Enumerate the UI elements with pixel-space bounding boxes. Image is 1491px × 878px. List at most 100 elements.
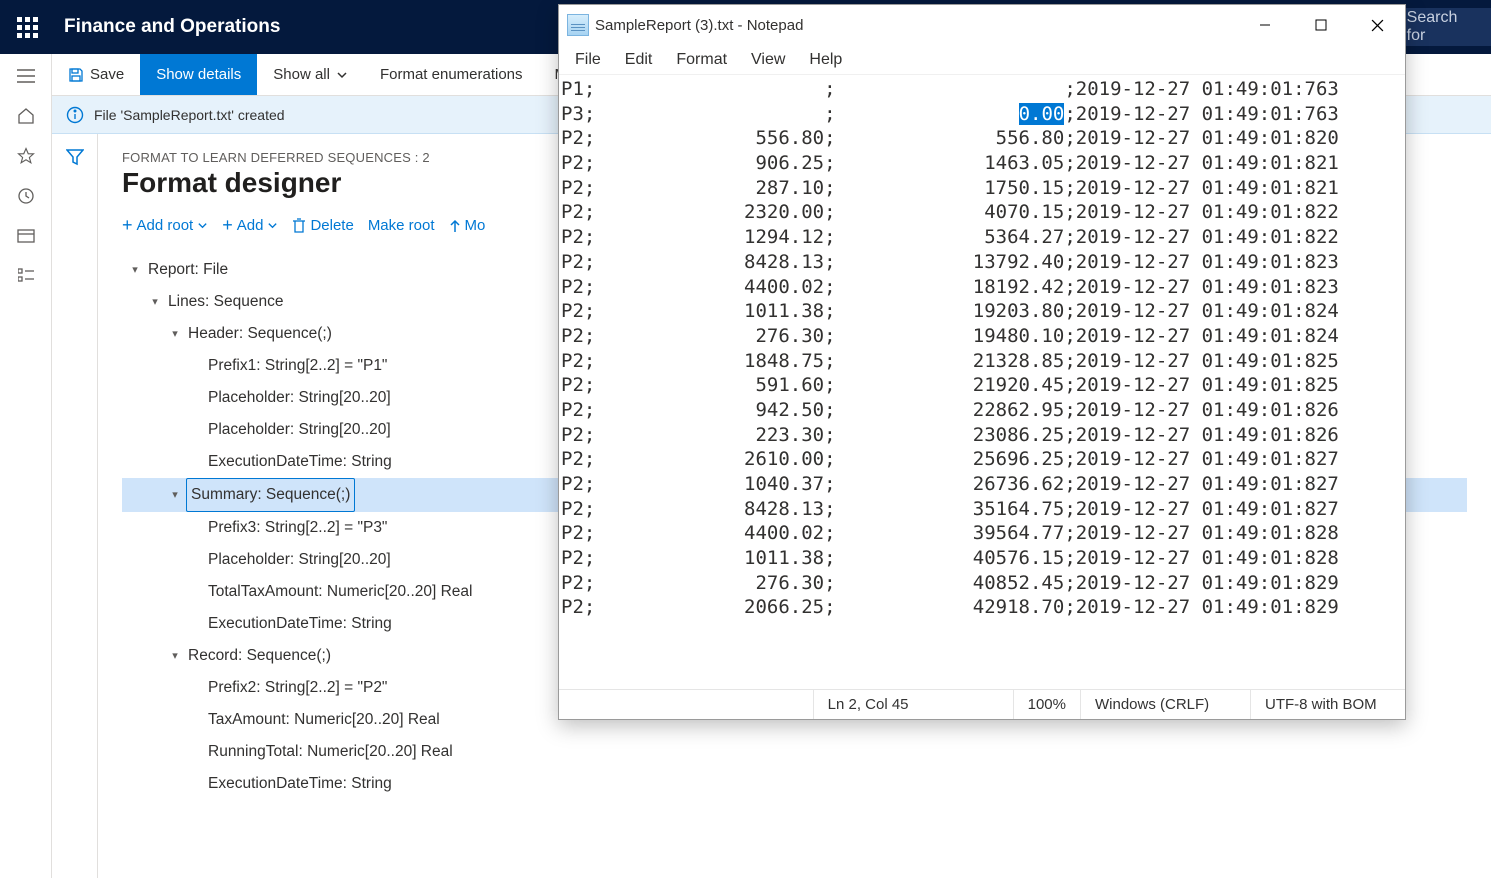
menu-edit[interactable]: Edit: [615, 49, 663, 71]
menu-format[interactable]: Format: [666, 49, 737, 71]
add-root-label: Add root: [137, 217, 194, 234]
info-icon: [66, 106, 84, 124]
show-all-button[interactable]: Show all: [257, 54, 364, 95]
text-line: P2; 276.30; 19480.10;2019-12-27 01:49:01…: [561, 324, 1403, 349]
tree-node-label: RunningTotal: Numeric[20..20] Real: [206, 736, 455, 768]
plus-icon: +: [122, 215, 133, 236]
menu-file[interactable]: File: [565, 49, 611, 71]
make-root-label: Make root: [368, 217, 435, 234]
text-line: P2; 591.60; 21920.45;2019-12-27 01:49:01…: [561, 373, 1403, 398]
chevron-down-icon: [197, 220, 208, 231]
tree-node-label: ExecutionDateTime: String: [206, 608, 394, 640]
save-button[interactable]: Save: [52, 54, 140, 95]
home-icon[interactable]: [16, 106, 36, 126]
tree-node-label: Report: File: [146, 254, 230, 286]
status-encoding: UTF-8 with BOM: [1250, 690, 1405, 719]
tree-node-label: Placeholder: String[20..20]: [206, 544, 393, 576]
add-root-button[interactable]: +Add root: [122, 215, 208, 236]
text-line: P2; 942.50; 22862.95;2019-12-27 01:49:01…: [561, 398, 1403, 423]
tree-node-label: TaxAmount: Numeric[20..20] Real: [206, 704, 442, 736]
left-nav-rail: [0, 54, 52, 878]
text-line: P2; 223.30; 23086.25;2019-12-27 01:49:01…: [561, 423, 1403, 448]
modules-icon[interactable]: [16, 266, 36, 286]
tree-node-label: Summary: Sequence(;): [186, 478, 355, 512]
format-enumerations-button[interactable]: Format enumerations: [364, 54, 539, 95]
notepad-text-area[interactable]: P1; ; ;2019-12-27 01:49:01:763P3; ; 0.00…: [559, 75, 1405, 689]
maximize-button[interactable]: [1293, 5, 1349, 45]
text-line: P2; 4400.02; 39564.77;2019-12-27 01:49:0…: [561, 521, 1403, 546]
show-details-button[interactable]: Show details: [140, 54, 257, 95]
tree-node-label: Placeholder: String[20..20]: [206, 414, 393, 446]
minimize-button[interactable]: [1237, 5, 1293, 45]
tree-node-label: ExecutionDateTime: String: [206, 446, 394, 478]
status-position: Ln 2, Col 45: [813, 690, 1013, 719]
notepad-titlebar[interactable]: SampleReport (3).txt - Notepad: [559, 5, 1405, 45]
text-line: P2; 276.30; 40852.45;2019-12-27 01:49:01…: [561, 571, 1403, 596]
make-root-button[interactable]: Make root: [368, 217, 435, 234]
chevron-down-icon: [336, 69, 348, 81]
delete-label: Delete: [310, 217, 353, 234]
text-line: P2; 1040.37; 26736.62;2019-12-27 01:49:0…: [561, 472, 1403, 497]
notepad-menu: File Edit Format View Help: [559, 45, 1405, 75]
text-line: P2; 2320.00; 4070.15;2019-12-27 01:49:01…: [561, 200, 1403, 225]
notepad-title-text: SampleReport (3).txt - Notepad: [595, 17, 803, 34]
add-button[interactable]: +Add: [222, 215, 278, 236]
caret-down-icon[interactable]: ▾: [168, 479, 182, 511]
hamburger-icon[interactable]: [16, 66, 36, 86]
text-line: P1; ; ;2019-12-27 01:49:01:763: [561, 77, 1403, 102]
text-line: P2; 1011.38; 19203.80;2019-12-27 01:49:0…: [561, 299, 1403, 324]
tree-node-label: TotalTaxAmount: Numeric[20..20] Real: [206, 576, 474, 608]
caret-down-icon[interactable]: ▾: [168, 640, 182, 672]
format-enum-label: Format enumerations: [380, 66, 523, 83]
text-line: P3; ; 0.00;2019-12-27 01:49:01:763: [561, 102, 1403, 127]
tree-node[interactable]: ExecutionDateTime: String: [122, 768, 1467, 800]
plus-icon: +: [222, 215, 233, 236]
save-label: Save: [90, 66, 124, 83]
recent-icon[interactable]: [16, 186, 36, 206]
notepad-icon: [567, 14, 589, 36]
trash-icon: [292, 218, 306, 234]
text-line: P2; 4400.02; 18192.42;2019-12-27 01:49:0…: [561, 275, 1403, 300]
show-all-label: Show all: [273, 66, 330, 83]
text-line: P2; 2066.25; 42918.70;2019-12-27 01:49:0…: [561, 595, 1403, 620]
save-icon: [68, 67, 84, 83]
show-details-label: Show details: [156, 66, 241, 83]
text-line: P2; 1011.38; 40576.15;2019-12-27 01:49:0…: [561, 546, 1403, 571]
tree-node-label: Prefix3: String[2..2] = "P3": [206, 512, 389, 544]
move-button[interactable]: Mo: [449, 217, 486, 234]
move-label: Mo: [465, 217, 486, 234]
close-button[interactable]: [1349, 5, 1405, 45]
tree-node[interactable]: RunningTotal: Numeric[20..20] Real: [122, 736, 1467, 768]
tree-node-label: Prefix2: String[2..2] = "P2": [206, 672, 389, 704]
tree-node-label: Placeholder: String[20..20]: [206, 382, 393, 414]
text-line: P2; 287.10; 1750.15;2019-12-27 01:49:01:…: [561, 176, 1403, 201]
filter-strip: [52, 134, 98, 878]
caret-down-icon[interactable]: ▾: [148, 286, 162, 318]
app-launcher-button[interactable]: [0, 0, 54, 54]
notepad-statusbar: Ln 2, Col 45 100% Windows (CRLF) UTF-8 w…: [559, 689, 1405, 719]
menu-view[interactable]: View: [741, 49, 795, 71]
text-line: P2; 1294.12; 5364.27;2019-12-27 01:49:01…: [561, 225, 1403, 250]
tree-node-label: Prefix1: String[2..2] = "P1": [206, 350, 389, 382]
workspace-icon[interactable]: [16, 226, 36, 246]
notepad-window: SampleReport (3).txt - Notepad File Edit…: [558, 4, 1406, 720]
filter-icon[interactable]: [66, 148, 84, 166]
text-line: P2; 906.25; 1463.05;2019-12-27 01:49:01:…: [561, 151, 1403, 176]
chevron-down-icon: [267, 220, 278, 231]
add-label: Add: [237, 217, 264, 234]
tree-node-label: Header: Sequence(;): [186, 318, 334, 350]
text-line: P2; 8428.13; 35164.75;2019-12-27 01:49:0…: [561, 497, 1403, 522]
delete-button[interactable]: Delete: [292, 217, 353, 234]
notification-text: File 'SampleReport.txt' created: [94, 107, 285, 123]
caret-down-icon[interactable]: ▾: [168, 318, 182, 350]
text-line: P2; 556.80; 556.80;2019-12-27 01:49:01:8…: [561, 126, 1403, 151]
minimize-icon: [1259, 19, 1271, 31]
caret-down-icon[interactable]: ▾: [128, 254, 142, 286]
text-line: P2; 1848.75; 21328.85;2019-12-27 01:49:0…: [561, 349, 1403, 374]
star-icon[interactable]: [16, 146, 36, 166]
status-zoom: 100%: [1013, 690, 1080, 719]
menu-help[interactable]: Help: [799, 49, 852, 71]
window-controls: [1237, 5, 1405, 45]
tree-node-label: Lines: Sequence: [166, 286, 285, 318]
waffle-icon: [17, 17, 38, 38]
